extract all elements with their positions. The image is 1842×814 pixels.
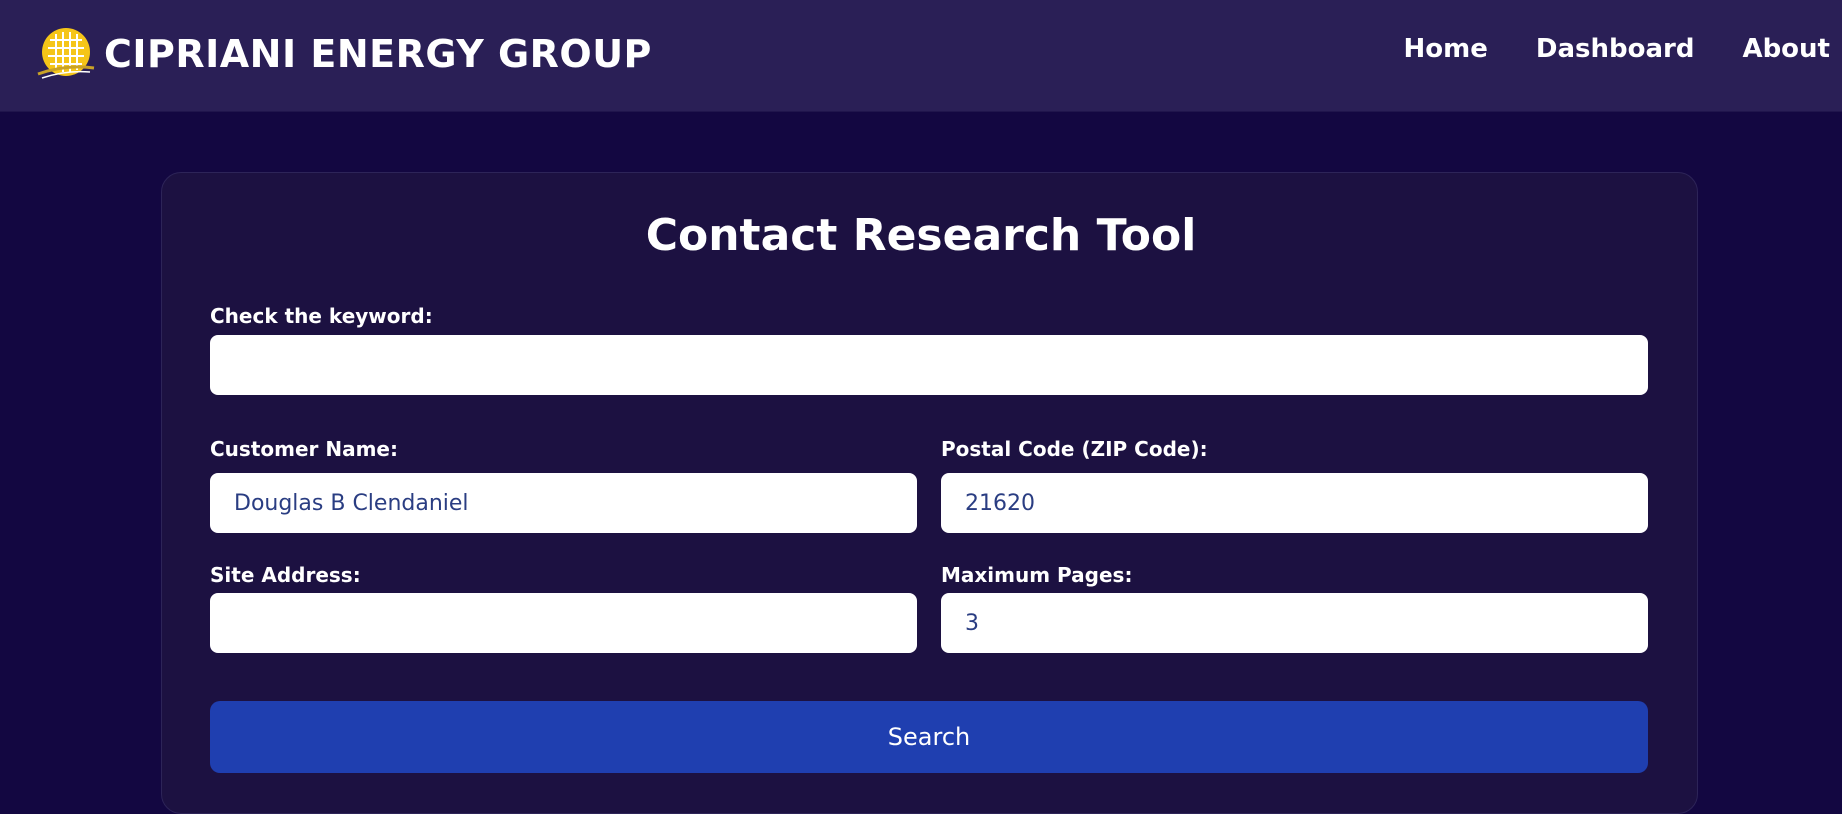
- keyword-label: Check the keyword:: [210, 304, 433, 328]
- nav-dashboard-link[interactable]: Dashboard: [1536, 34, 1695, 64]
- brand-name: CIPRIANI ENERGY GROUP: [104, 32, 652, 76]
- site-address-label: Site Address:: [210, 563, 361, 587]
- nav-about-link[interactable]: About: [1742, 34, 1830, 64]
- max-pages-label: Maximum Pages:: [941, 563, 1133, 587]
- search-button[interactable]: Search: [210, 701, 1648, 773]
- top-navbar: CIPRIANI ENERGY GROUP Home Dashboard Abo…: [0, 0, 1842, 111]
- postal-code-input[interactable]: [941, 473, 1648, 533]
- nav-links: Home Dashboard About: [1404, 34, 1830, 64]
- page-title: Contact Research Tool: [645, 210, 1197, 261]
- customer-name-input[interactable]: [210, 473, 917, 533]
- customer-name-label: Customer Name:: [210, 437, 398, 461]
- solar-panel-sun-icon: [36, 24, 96, 84]
- max-pages-input[interactable]: [941, 593, 1648, 653]
- brand[interactable]: CIPRIANI ENERGY GROUP: [36, 24, 652, 84]
- postal-code-label: Postal Code (ZIP Code):: [941, 437, 1208, 461]
- nav-home-link[interactable]: Home: [1404, 34, 1488, 64]
- site-address-input[interactable]: [210, 593, 917, 653]
- keyword-input[interactable]: [210, 335, 1648, 395]
